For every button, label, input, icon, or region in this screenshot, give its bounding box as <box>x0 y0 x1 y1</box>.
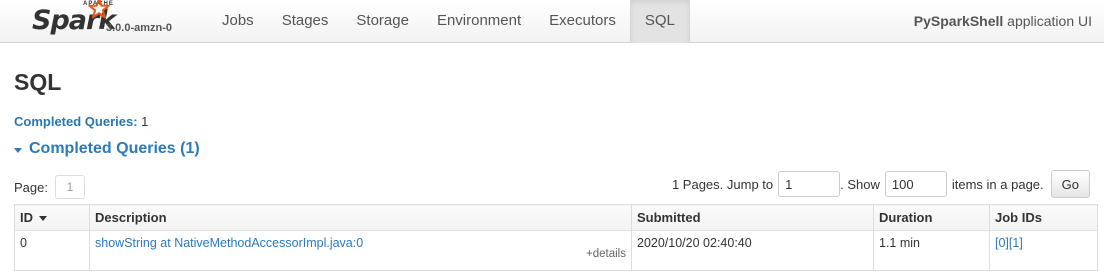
spark-star-icon <box>88 0 110 19</box>
show-text: . Show <box>840 176 880 192</box>
tab-stages[interactable]: Stages <box>268 0 343 43</box>
page-indicator: Page: 1 <box>14 175 85 199</box>
completed-queries-toggle[interactable]: Completed Queries (1) <box>14 140 1090 158</box>
completed-queries-summary: Completed Queries: 1 <box>14 114 1090 129</box>
caret-down-icon <box>14 147 22 153</box>
items-text: items in a page. <box>951 176 1044 192</box>
tab-executors[interactable]: Executors <box>535 0 630 43</box>
page-controls: 1 Pages. Jump to . Show items in a page.… <box>672 170 1090 198</box>
page-size-input[interactable] <box>884 171 947 197</box>
sort-desc-icon <box>39 216 47 222</box>
table-row: 0 showString at NativeMethodAccessorImpl… <box>14 230 1098 271</box>
tab-jobs[interactable]: Jobs <box>208 0 268 43</box>
app-suffix: application UI <box>1007 13 1092 29</box>
page-label: Page: <box>14 179 48 195</box>
pagination-bar: Page: 1 1 Pages. Jump to . Show items in… <box>14 170 1090 204</box>
nav-tabs: Jobs Stages Storage Environment Executor… <box>208 0 690 43</box>
cell-id: 0 <box>14 230 90 271</box>
tab-sql[interactable]: SQL <box>629 0 690 43</box>
header-id[interactable]: ID <box>14 204 90 231</box>
job-ids-link[interactable]: [0][1] <box>995 236 1023 250</box>
header-description[interactable]: Description <box>89 204 632 231</box>
tab-environment[interactable]: Environment <box>423 0 535 43</box>
main-content: SQL Completed Queries: 1 Completed Queri… <box>0 69 1104 271</box>
pages-text: 1 Pages. Jump to <box>671 176 774 192</box>
tab-storage[interactable]: Storage <box>342 0 423 43</box>
cell-description: showString at NativeMethodAccessorImpl.j… <box>89 230 632 271</box>
header-submitted[interactable]: Submitted <box>631 204 874 231</box>
jump-to-page-input[interactable] <box>778 171 841 197</box>
app-title: PySparkShell application UI <box>914 0 1092 42</box>
top-navbar: Spark APACHE 3.0.0-amzn-0 Jobs Stages St… <box>0 0 1104 43</box>
header-job-ids[interactable]: Job IDs <box>989 204 1098 231</box>
spark-version: 3.0.0-amzn-0 <box>106 22 173 34</box>
details-toggle[interactable]: +details <box>586 248 626 260</box>
completed-queries-link[interactable]: Completed Queries: <box>14 114 138 129</box>
section-title: Completed Queries (1) <box>29 140 200 157</box>
app-name: PySparkShell <box>913 13 1004 29</box>
cell-duration: 1.1 min <box>873 230 990 271</box>
cell-job-ids: [0][1] <box>989 230 1098 271</box>
cell-submitted: 2020/10/20 02:40:40 <box>631 230 874 271</box>
go-button[interactable]: Go <box>1050 170 1090 198</box>
header-duration[interactable]: Duration <box>873 204 990 231</box>
queries-table: ID Description Submitted Duration Job ID… <box>14 204 1098 271</box>
table-header-row: ID Description Submitted Duration Job ID… <box>14 204 1098 231</box>
completed-queries-count: 1 <box>141 114 149 129</box>
current-page-button[interactable]: 1 <box>54 175 85 199</box>
query-description-link[interactable]: showString at NativeMethodAccessorImpl.j… <box>95 236 363 250</box>
page-title: SQL <box>14 69 62 95</box>
